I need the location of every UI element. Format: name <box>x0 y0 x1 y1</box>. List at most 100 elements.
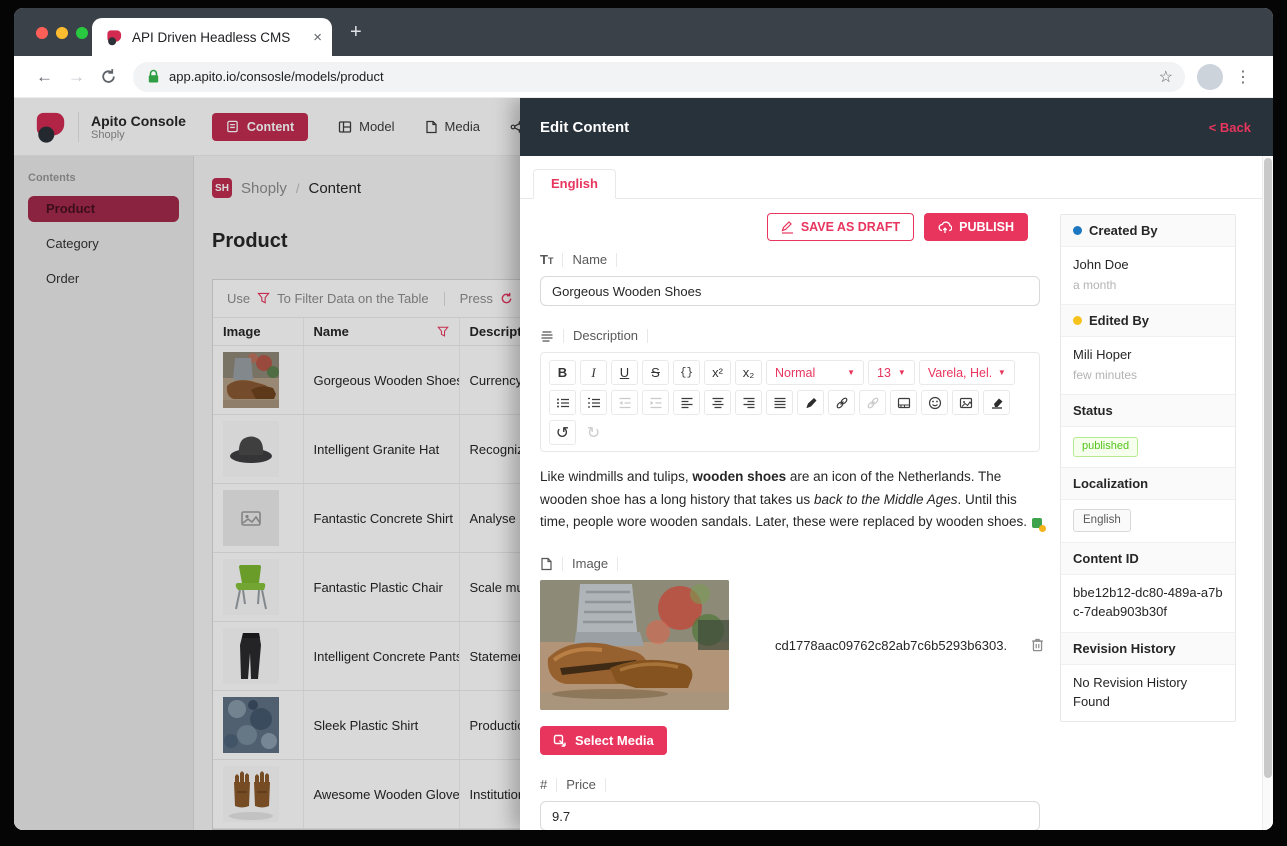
media-file-hash: cd1778aac09762c82ab7c6b5293b6303. <box>775 638 1030 653</box>
edited-by-header: Edited By <box>1061 304 1235 337</box>
image-file-icon <box>540 557 553 571</box>
ordered-list-button[interactable] <box>580 390 607 415</box>
strikethrough-button[interactable]: S <box>642 360 669 385</box>
edited-by-time: few minutes <box>1073 367 1223 384</box>
draft-pen-icon <box>781 221 794 234</box>
divider <box>556 778 557 792</box>
browser-tabstrip: API Driven Headless CMS × + <box>14 8 1273 56</box>
favicon-apito-icon <box>106 29 123 46</box>
desc-run-bold: wooden shoes <box>692 469 786 484</box>
created-by-name: John Doe <box>1073 256 1223 275</box>
outdent-button[interactable] <box>611 390 638 415</box>
back-link[interactable]: < Back <box>1209 120 1251 135</box>
drawer-title: Edit Content <box>540 119 629 136</box>
url-text[interactable]: app.apito.io/consosle/models/product <box>169 69 1150 84</box>
tab-title: API Driven Headless CMS <box>132 30 304 45</box>
align-center-button[interactable] <box>704 390 731 415</box>
description-richtext[interactable]: Like windmills and tulips, wooden shoes … <box>540 466 1044 534</box>
media-attachment-row: cd1778aac09762c82ab7c6b5293b6303. <box>540 580 1045 710</box>
traffic-lights[interactable] <box>36 27 88 39</box>
delete-media-trash-icon[interactable] <box>1030 637 1045 653</box>
url-input[interactable]: app.apito.io/consosle/models/product ☆ <box>133 62 1185 92</box>
browser-menu-icon[interactable]: ⋮ <box>1235 67 1251 87</box>
indent-button[interactable] <box>642 390 669 415</box>
unlink-button[interactable] <box>859 390 886 415</box>
divider <box>647 329 648 343</box>
content-id-value: bbe12b12-dc80-489a-a7bc-7deab903b30f <box>1061 575 1235 632</box>
button-label: Select Media <box>575 733 654 748</box>
highlight-pen-button[interactable] <box>797 390 824 415</box>
font-size-select[interactable]: 13▼ <box>868 360 915 385</box>
meta-header-text: Content ID <box>1073 551 1139 566</box>
tab-close-icon[interactable]: × <box>313 29 322 46</box>
redo-button[interactable]: ↻ <box>580 420 607 445</box>
meta-header-text: Created By <box>1089 223 1158 238</box>
created-by-header: Created By <box>1061 215 1235 247</box>
browser-tab[interactable]: API Driven Headless CMS × <box>92 18 332 56</box>
created-by-dot-icon <box>1073 226 1082 235</box>
name-input[interactable] <box>540 276 1040 306</box>
drawer-actions: SAVE AS DRAFT PUBLISH <box>520 213 1028 241</box>
created-by-value: John Doe a month <box>1061 247 1235 304</box>
desc-run: Like windmills and tulips, <box>540 469 692 484</box>
product-image-preview[interactable] <box>540 580 729 710</box>
select-value: Normal <box>775 366 815 380</box>
scrollbar-thumb[interactable] <box>1264 158 1272 778</box>
publish-cloud-icon <box>938 221 952 234</box>
insert-image-button[interactable] <box>952 390 979 415</box>
select-media-icon <box>553 734 567 748</box>
bullet-list-button[interactable] <box>549 390 576 415</box>
maximize-window-icon[interactable] <box>76 27 88 39</box>
forward-icon[interactable]: → <box>68 67 85 87</box>
undo-button[interactable]: ↺ <box>549 420 576 445</box>
embed-video-button[interactable] <box>890 390 917 415</box>
italic-button[interactable]: I <box>580 360 607 385</box>
profile-avatar[interactable] <box>1197 64 1223 90</box>
publish-button[interactable]: PUBLISH <box>924 213 1028 241</box>
save-as-draft-button[interactable]: SAVE AS DRAFT <box>767 213 914 241</box>
select-value: Varela, Hel... <box>928 366 991 380</box>
underline-button[interactable]: U <box>611 360 638 385</box>
emoji-button[interactable] <box>921 390 948 415</box>
subscript-button[interactable]: x₂ <box>735 360 762 385</box>
justify-button[interactable] <box>766 390 793 415</box>
divider <box>563 329 564 343</box>
minimize-window-icon[interactable] <box>56 27 68 39</box>
link-button[interactable] <box>828 390 855 415</box>
align-left-button[interactable] <box>673 390 700 415</box>
clear-format-eraser-button[interactable] <box>983 390 1010 415</box>
grammar-assistant-icon[interactable] <box>1032 518 1046 532</box>
edit-content-drawer: Edit Content < Back English SAVE AS <box>520 98 1273 830</box>
tab-english[interactable]: English <box>533 169 616 199</box>
reload-icon[interactable] <box>100 68 117 85</box>
field-label-text: Image <box>572 556 608 571</box>
bold-button[interactable]: B <box>549 360 576 385</box>
divider <box>616 253 617 267</box>
code-button[interactable]: {} <box>673 360 700 385</box>
status-badge: published <box>1073 437 1138 457</box>
number-hash-icon: # <box>540 777 547 792</box>
status-value: published <box>1061 427 1235 467</box>
localization-header: Localization <box>1061 467 1235 500</box>
price-input[interactable] <box>540 801 1040 830</box>
browser-window: API Driven Headless CMS × + ← → app.apit… <box>14 8 1273 830</box>
back-icon[interactable]: ← <box>36 67 53 87</box>
new-tab-icon[interactable]: + <box>350 22 362 42</box>
drawer-scrollbar[interactable] <box>1262 156 1273 830</box>
divider <box>562 253 563 267</box>
drawer-header: Edit Content < Back <box>520 98 1273 156</box>
font-family-select[interactable]: Varela, Hel...▼ <box>919 360 1015 385</box>
language-tag[interactable]: English <box>1073 509 1131 532</box>
paragraph-style-select[interactable]: Normal▼ <box>766 360 864 385</box>
align-right-button[interactable] <box>735 390 762 415</box>
superscript-button[interactable]: x² <box>704 360 731 385</box>
divider <box>617 557 618 571</box>
secure-lock-icon <box>147 69 160 84</box>
chevron-down-icon: ▼ <box>898 368 906 377</box>
select-media-button[interactable]: Select Media <box>540 726 667 755</box>
content-id-header: Content ID <box>1061 542 1235 575</box>
content-meta-panel: Created By John Doe a month Edited By Mi… <box>1060 214 1236 722</box>
bookmark-star-icon[interactable]: ☆ <box>1159 67 1173 87</box>
divider <box>562 557 563 571</box>
close-window-icon[interactable] <box>36 27 48 39</box>
